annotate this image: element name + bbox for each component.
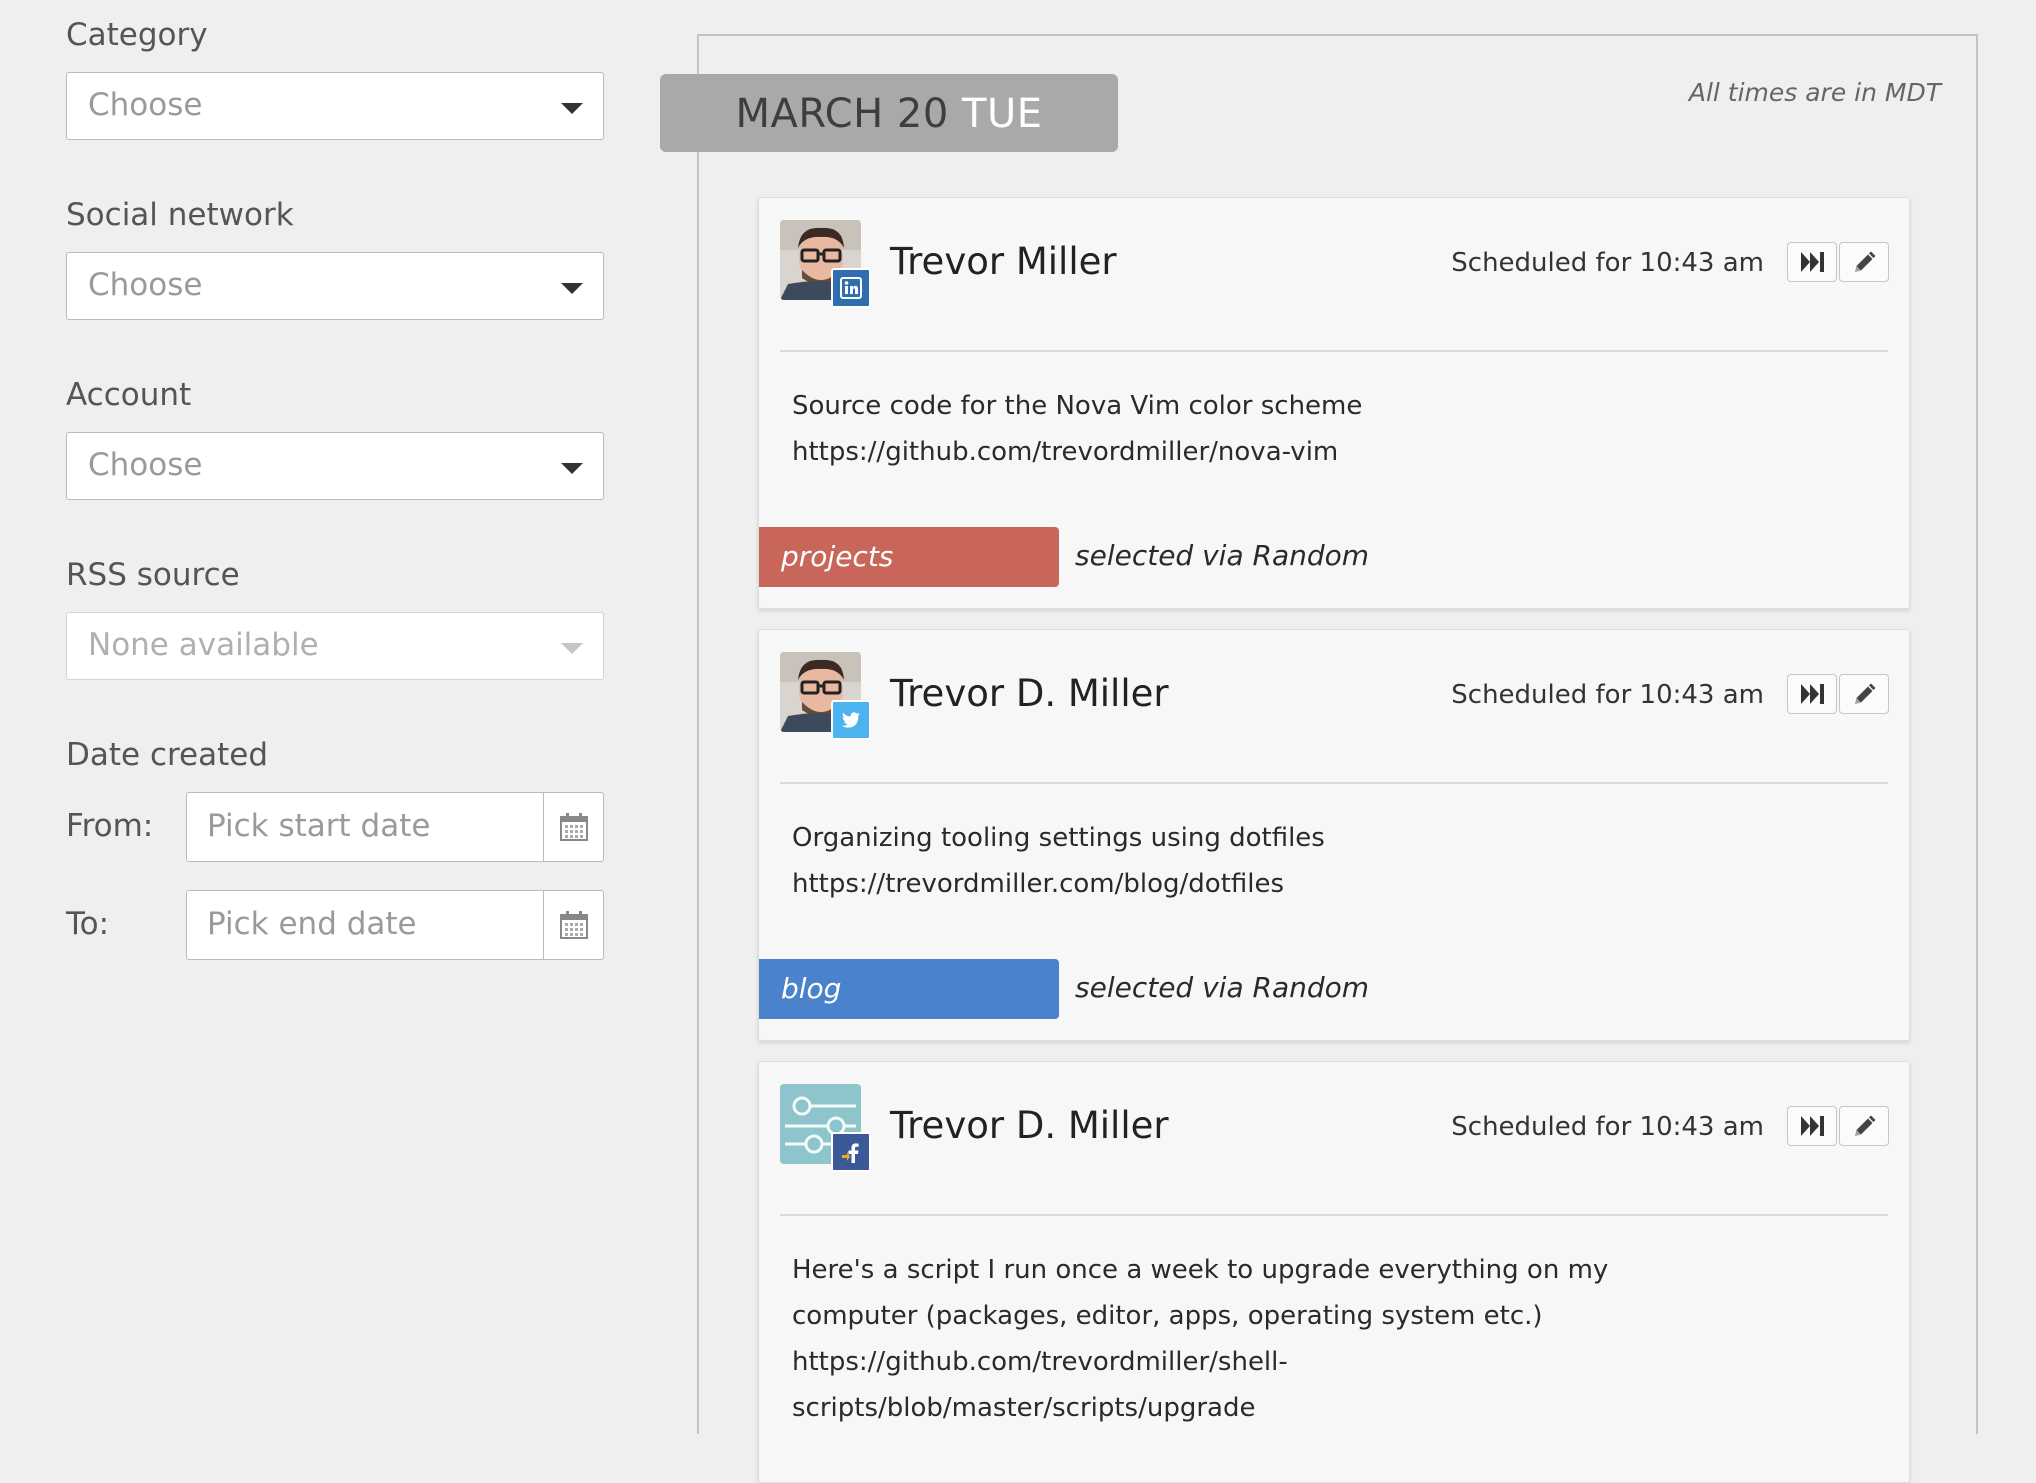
category-label: Category: [66, 17, 208, 53]
scheduled-time: Scheduled for 10:43 am: [1451, 680, 1764, 710]
fast-forward-icon: [1801, 252, 1824, 272]
edit-post-button[interactable]: [1839, 674, 1889, 714]
category-select-value: Choose: [88, 87, 203, 123]
social-network-select-value: Choose: [88, 267, 203, 303]
account-label: Account: [66, 377, 192, 413]
from-label: From:: [66, 808, 154, 844]
scheduled-post-card: Trevor D. Miller Scheduled for 10:43 am …: [758, 629, 1910, 1041]
account-select-value: Choose: [88, 447, 203, 483]
category-tag[interactable]: blog: [759, 959, 1059, 1019]
scheduled-post-card: Trevor D. Miller Scheduled for 10:43 am …: [758, 1061, 1910, 1483]
skip-post-button[interactable]: [1787, 674, 1837, 714]
post-body-line: Organizing tooling settings using dotfil…: [792, 823, 1325, 853]
post-body-line: computer (packages, editor, apps, operat…: [792, 1301, 1543, 1331]
selection-note: selected via Random: [1075, 971, 1370, 1004]
start-date-placeholder: Pick start date: [207, 808, 431, 844]
twitter-icon: [831, 700, 871, 740]
chevron-down-icon: [561, 103, 583, 114]
category-tag[interactable]: projects: [759, 527, 1059, 587]
post-author: Trevor D. Miller: [890, 1104, 1169, 1147]
rss-source-select[interactable]: None available: [66, 612, 604, 680]
calendar-icon: [560, 911, 588, 939]
post-body-line: Source code for the Nova Vim color schem…: [792, 391, 1363, 421]
post-link[interactable]: scripts/blob/master/scripts/upgrade: [792, 1385, 1612, 1431]
start-date-calendar-button[interactable]: [543, 793, 603, 861]
date-created-label: Date created: [66, 737, 269, 773]
calendar-icon: [560, 813, 588, 841]
end-date-field[interactable]: Pick end date: [186, 890, 604, 960]
date-month-day: MARCH 20: [735, 91, 949, 137]
start-date-field[interactable]: Pick start date: [186, 792, 604, 862]
post-link[interactable]: https://github.com/trevordmiller/shell-: [792, 1339, 1612, 1385]
post-link[interactable]: https://trevordmiller.com/blog/dotfiles: [792, 861, 1612, 907]
scheduled-time: Scheduled for 10:43 am: [1451, 1112, 1764, 1142]
post-divider: [780, 350, 1888, 352]
post-body-line: Here's a script I run once a week to upg…: [792, 1255, 1609, 1285]
post-author: Trevor Miller: [890, 240, 1117, 283]
date-weekday: TUE: [962, 91, 1043, 137]
skip-post-button[interactable]: [1787, 1106, 1837, 1146]
edit-post-button[interactable]: [1839, 242, 1889, 282]
chevron-down-icon: [561, 463, 583, 474]
timezone-note: All times are in MDT: [1688, 78, 1941, 107]
post-body: Here's a script I run once a week to upg…: [792, 1247, 1612, 1431]
linkedin-icon: [831, 268, 871, 308]
post-author: Trevor D. Miller: [890, 672, 1169, 715]
social-network-select[interactable]: Choose: [66, 252, 604, 320]
selection-note: selected via Random: [1075, 539, 1370, 572]
to-label: To:: [66, 906, 110, 942]
skip-post-button[interactable]: [1787, 242, 1837, 282]
post-body: Source code for the Nova Vim color schem…: [792, 383, 1612, 475]
pencil-icon: [1855, 1115, 1876, 1136]
end-date-placeholder: Pick end date: [207, 906, 417, 942]
rss-source-label: RSS source: [66, 557, 240, 593]
social-network-label: Social network: [66, 197, 294, 233]
fast-forward-icon: [1801, 1116, 1824, 1136]
chevron-down-icon: [561, 283, 583, 294]
fast-forward-icon: [1801, 684, 1824, 704]
post-link[interactable]: https://github.com/trevordmiller/nova-vi…: [792, 429, 1612, 475]
post-divider: [780, 782, 1888, 784]
scheduled-time: Scheduled for 10:43 am: [1451, 248, 1764, 278]
post-divider: [780, 1214, 1888, 1216]
end-date-calendar-button[interactable]: [543, 891, 603, 959]
pencil-icon: [1855, 251, 1876, 272]
rss-source-select-value: None available: [88, 627, 319, 663]
account-select[interactable]: Choose: [66, 432, 604, 500]
category-select[interactable]: Choose: [66, 72, 604, 140]
edit-post-button[interactable]: [1839, 1106, 1889, 1146]
scheduled-post-card: Trevor Miller Scheduled for 10:43 am Sou…: [758, 197, 1910, 609]
date-header-badge: MARCH 20 TUE: [660, 74, 1118, 152]
pencil-icon: [1855, 683, 1876, 704]
post-body: Organizing tooling settings using dotfil…: [792, 815, 1612, 907]
facebook-icon: [831, 1132, 871, 1172]
chevron-down-icon: [561, 643, 583, 654]
